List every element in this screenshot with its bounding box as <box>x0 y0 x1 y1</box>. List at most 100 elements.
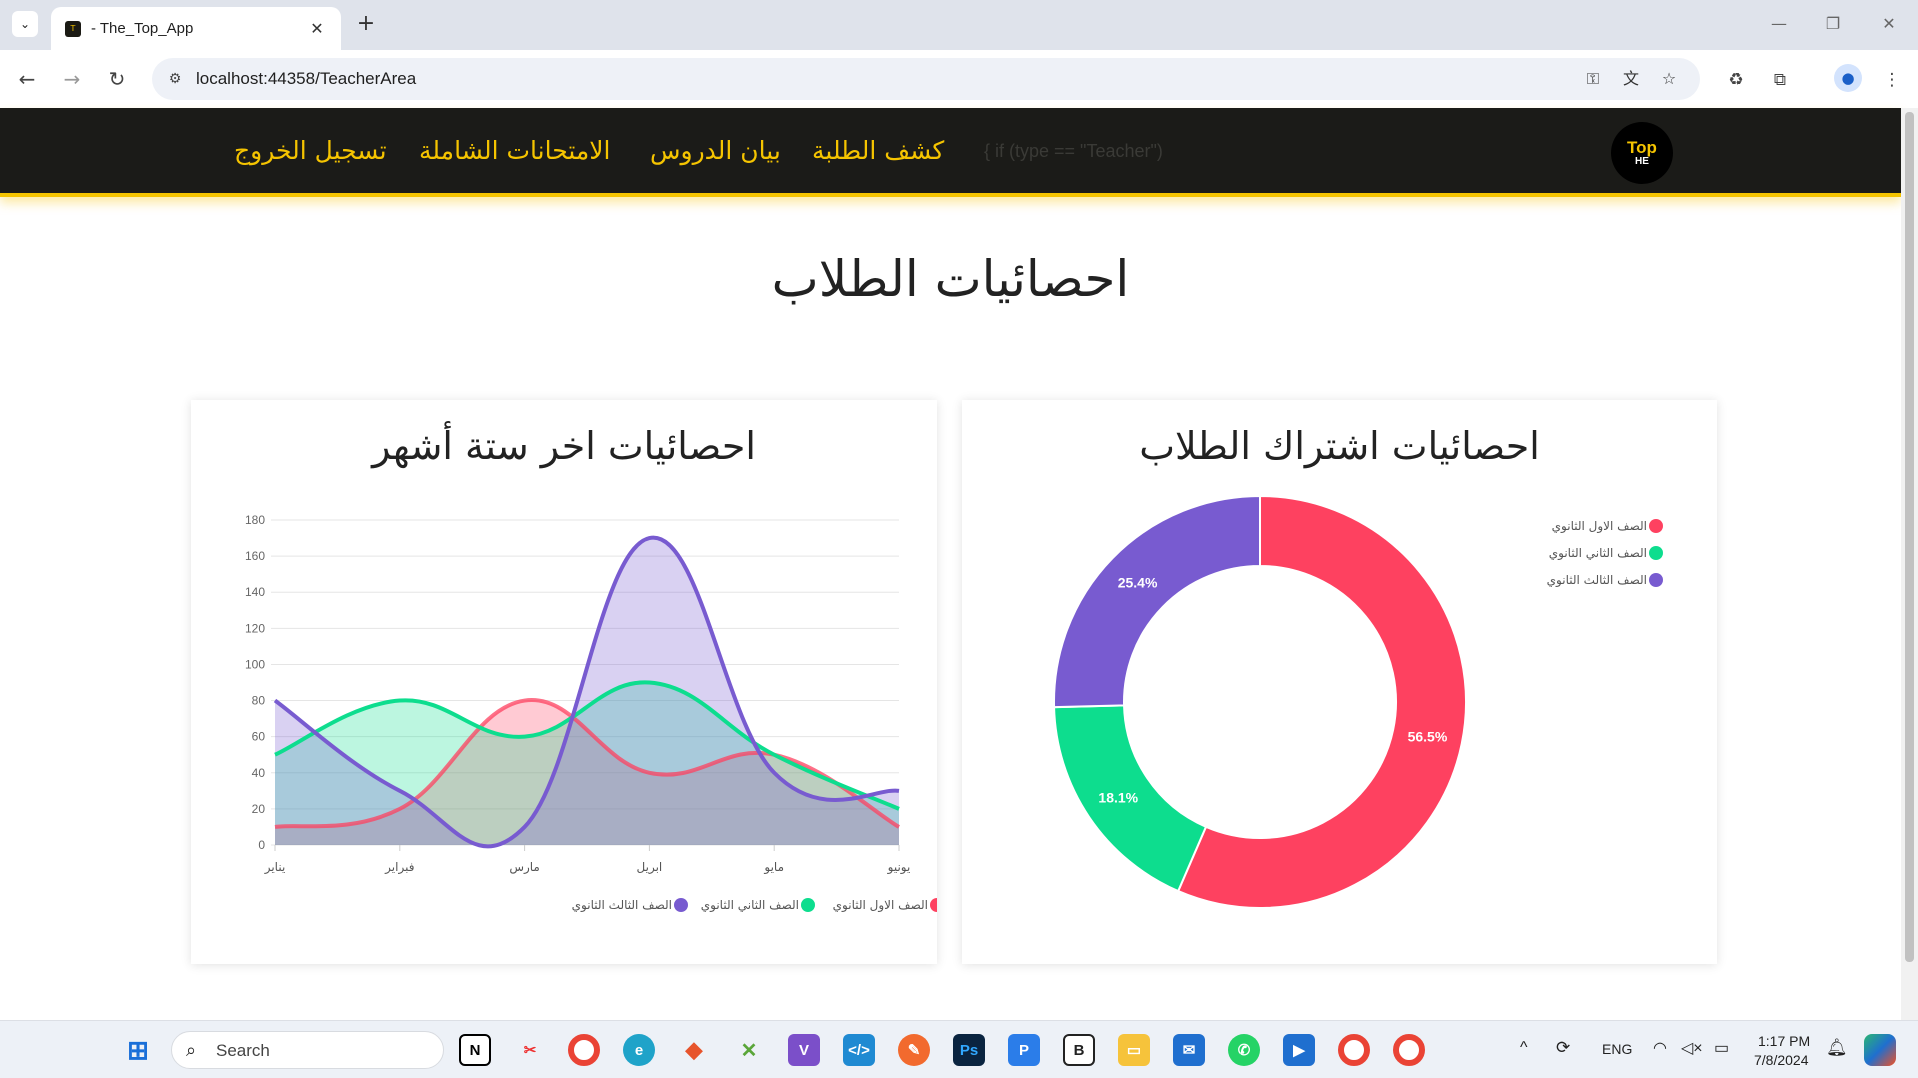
legend-dot <box>1649 519 1663 533</box>
volume-muted-icon[interactable]: ◁× <box>1681 1038 1703 1058</box>
snipping-tool-icon[interactable]: ✂ <box>514 1034 546 1066</box>
legend-item[interactable]: الصف الثاني الثانوي <box>701 898 815 913</box>
sync-icon[interactable]: ⟳ <box>1556 1038 1570 1058</box>
more-menu-icon[interactable]: ⋮ <box>1878 66 1906 94</box>
y-tick-label: 40 <box>252 766 266 780</box>
tools-icon[interactable]: ✕ <box>733 1034 765 1066</box>
y-tick-label: 0 <box>258 838 265 852</box>
nav-lessons-link[interactable]: بيان الدروس <box>650 136 781 165</box>
x-tick-label: مارس <box>509 860 540 875</box>
notification-bell-icon[interactable]: 🔔︎ <box>1826 1038 1848 1058</box>
windows-taskbar: ⊞ ⌕ Search N ✂ e ◆ ✕ V </> ✎ Ps P B ▭ ✉ … <box>0 1020 1918 1078</box>
y-tick-label: 160 <box>245 549 265 563</box>
copilot-icon[interactable] <box>1864 1034 1896 1066</box>
document-app-icon[interactable]: B <box>1063 1034 1095 1066</box>
url-text: localhost:44358/TeacherArea <box>196 69 417 88</box>
nav-students-link[interactable]: كشف الطلبة <box>812 136 944 165</box>
clock-date[interactable]: 7/8/2024 <box>1754 1052 1809 1068</box>
tab-search-button[interactable]: ⌄ <box>12 11 38 37</box>
nav-exams-link[interactable]: الامتحانات الشاملة <box>419 136 611 165</box>
site-info-icon[interactable]: ⚙ <box>164 68 186 90</box>
vscode-icon[interactable]: </> <box>843 1034 875 1066</box>
y-tick-label: 80 <box>252 694 266 708</box>
nav-logout-link[interactable]: تسجيل الخروج <box>234 136 387 165</box>
site-navbar: تسجيل الخروج الامتحانات الشاملة بيان الد… <box>0 108 1901 197</box>
bookmark-star-icon[interactable]: ☆ <box>1656 67 1682 91</box>
language-indicator[interactable]: ENG <box>1602 1041 1632 1057</box>
new-tab-button[interactable]: + <box>352 10 380 38</box>
line-chart: 0 20 40 60 80 100 120 140 160 180 يناير فبراير مارس ا… <box>245 513 937 913</box>
notion-icon[interactable]: N <box>459 1034 491 1066</box>
browser-toolbar: ← → ↻ ⚙ localhost:44358/TeacherArea ⚿ 文 … <box>0 50 1918 108</box>
legend-dot <box>1649 573 1663 587</box>
visual-studio-icon[interactable]: V <box>788 1034 820 1066</box>
wifi-icon[interactable]: ◠ <box>1653 1038 1667 1058</box>
battery-icon[interactable]: ▭ <box>1714 1038 1729 1058</box>
scrollbar-thumb[interactable] <box>1905 112 1914 962</box>
search-icon: ⌕ <box>186 1040 197 1061</box>
x-tick-label: مايو <box>763 860 784 875</box>
nav-debug-text: { if (type == "Teacher") <box>984 141 1163 161</box>
legend-label: الصف الثالث الثانوي <box>1547 573 1647 588</box>
window-close-icon[interactable]: ✕ <box>1874 10 1904 38</box>
clock-time[interactable]: 1:17 PM <box>1758 1033 1810 1049</box>
mail-icon[interactable]: ✉ <box>1173 1034 1205 1066</box>
legend-item[interactable]: الصف الثالث الثانوي <box>1547 573 1663 588</box>
logo-he-text: HE <box>1635 155 1649 167</box>
tray-chevron-up-icon[interactable]: ^ <box>1520 1039 1528 1057</box>
close-icon[interactable]: ✕ <box>307 19 327 38</box>
page-title: احصائيات الطلاب <box>771 250 1130 308</box>
line-chart-card: احصائيات اخر ستة أشهر 0 20 40 60 80 100 120 140… <box>191 400 937 964</box>
chrome-profile-2-icon[interactable] <box>1393 1034 1425 1066</box>
chrome-profile-icon[interactable] <box>1338 1034 1370 1066</box>
windows-start-icon[interactable]: ⊞ <box>122 1034 154 1066</box>
donut-slice[interactable] <box>1053 494 1261 709</box>
browser-tab[interactable]: T - The_Top_App ✕ <box>51 7 341 50</box>
translate-icon[interactable]: 文 <box>1618 67 1644 91</box>
restore-icon[interactable]: ❐ <box>1818 10 1848 38</box>
legend-item[interactable]: الصف الاول الثانوي <box>833 898 937 913</box>
donut-chart: 56.5% 18.1% 25.4% الصف الاول الثانوي الصف ال… <box>1053 494 1663 909</box>
git-icon[interactable]: ◆ <box>678 1034 710 1066</box>
taskbar-search-placeholder: Search <box>216 1041 270 1060</box>
whatsapp-icon[interactable]: ✆ <box>1228 1034 1260 1066</box>
chrome-icon[interactable] <box>568 1034 600 1066</box>
tab-favicon: T <box>65 20 81 37</box>
legend-item[interactable]: الصف الاول الثانوي <box>1552 519 1663 534</box>
app-p-icon[interactable]: P <box>1008 1034 1040 1066</box>
extensions-puzzle-icon[interactable]: ⧉ <box>1766 66 1794 94</box>
address-bar[interactable]: ⚙ localhost:44358/TeacherArea ⚿ 文 ☆ <box>152 58 1700 100</box>
legend-dot <box>1649 546 1663 560</box>
series-area <box>275 537 899 847</box>
edge-icon[interactable]: e <box>623 1034 655 1066</box>
slice-percent-label: 25.4% <box>1118 575 1158 591</box>
y-tick-label: 60 <box>252 730 266 744</box>
photoshop-icon[interactable]: Ps <box>953 1034 985 1066</box>
x-tick-label: يونيو <box>887 860 911 875</box>
minimize-icon[interactable]: — <box>1764 10 1794 38</box>
donut-chart-card: احصائيات اشتراك الطلاب 56.5% 18.1% 25.4% ال… <box>962 400 1717 964</box>
legend-label: الصف الاول الثانوي <box>833 898 928 913</box>
recycle-extension-icon[interactable]: ♻ <box>1722 66 1750 94</box>
reload-icon[interactable]: ↻ <box>102 64 132 94</box>
tab-title: - The_Top_App <box>91 20 194 37</box>
postman-icon[interactable]: ✎ <box>898 1034 930 1066</box>
slice-percent-label: 56.5% <box>1408 729 1448 745</box>
site-logo[interactable]: Top HE <box>1611 122 1673 184</box>
chevron-down-icon: ⌄ <box>19 17 31 31</box>
page-scrollbar[interactable] <box>1901 108 1918 1020</box>
forward-icon[interactable]: → <box>57 64 87 94</box>
legend-item[interactable]: الصف الثاني الثانوي <box>1549 546 1663 561</box>
legend-label: الصف الثاني الثانوي <box>1549 546 1647 561</box>
taskbar-search[interactable]: ⌕ Search <box>171 1031 444 1069</box>
y-tick-label: 120 <box>245 621 265 635</box>
legend-item[interactable]: الصف الثالث الثانوي <box>572 898 688 913</box>
password-key-icon[interactable]: ⚿ <box>1580 67 1606 91</box>
x-tick-label: فبراير <box>384 860 414 875</box>
y-tick-label: 140 <box>245 585 265 599</box>
profile-avatar-icon[interactable]: ● <box>1834 64 1862 92</box>
file-explorer-icon[interactable]: ▭ <box>1118 1034 1150 1066</box>
y-tick-label: 180 <box>245 513 265 527</box>
media-player-icon[interactable]: ▶ <box>1283 1034 1315 1066</box>
back-icon[interactable]: ← <box>12 64 42 94</box>
